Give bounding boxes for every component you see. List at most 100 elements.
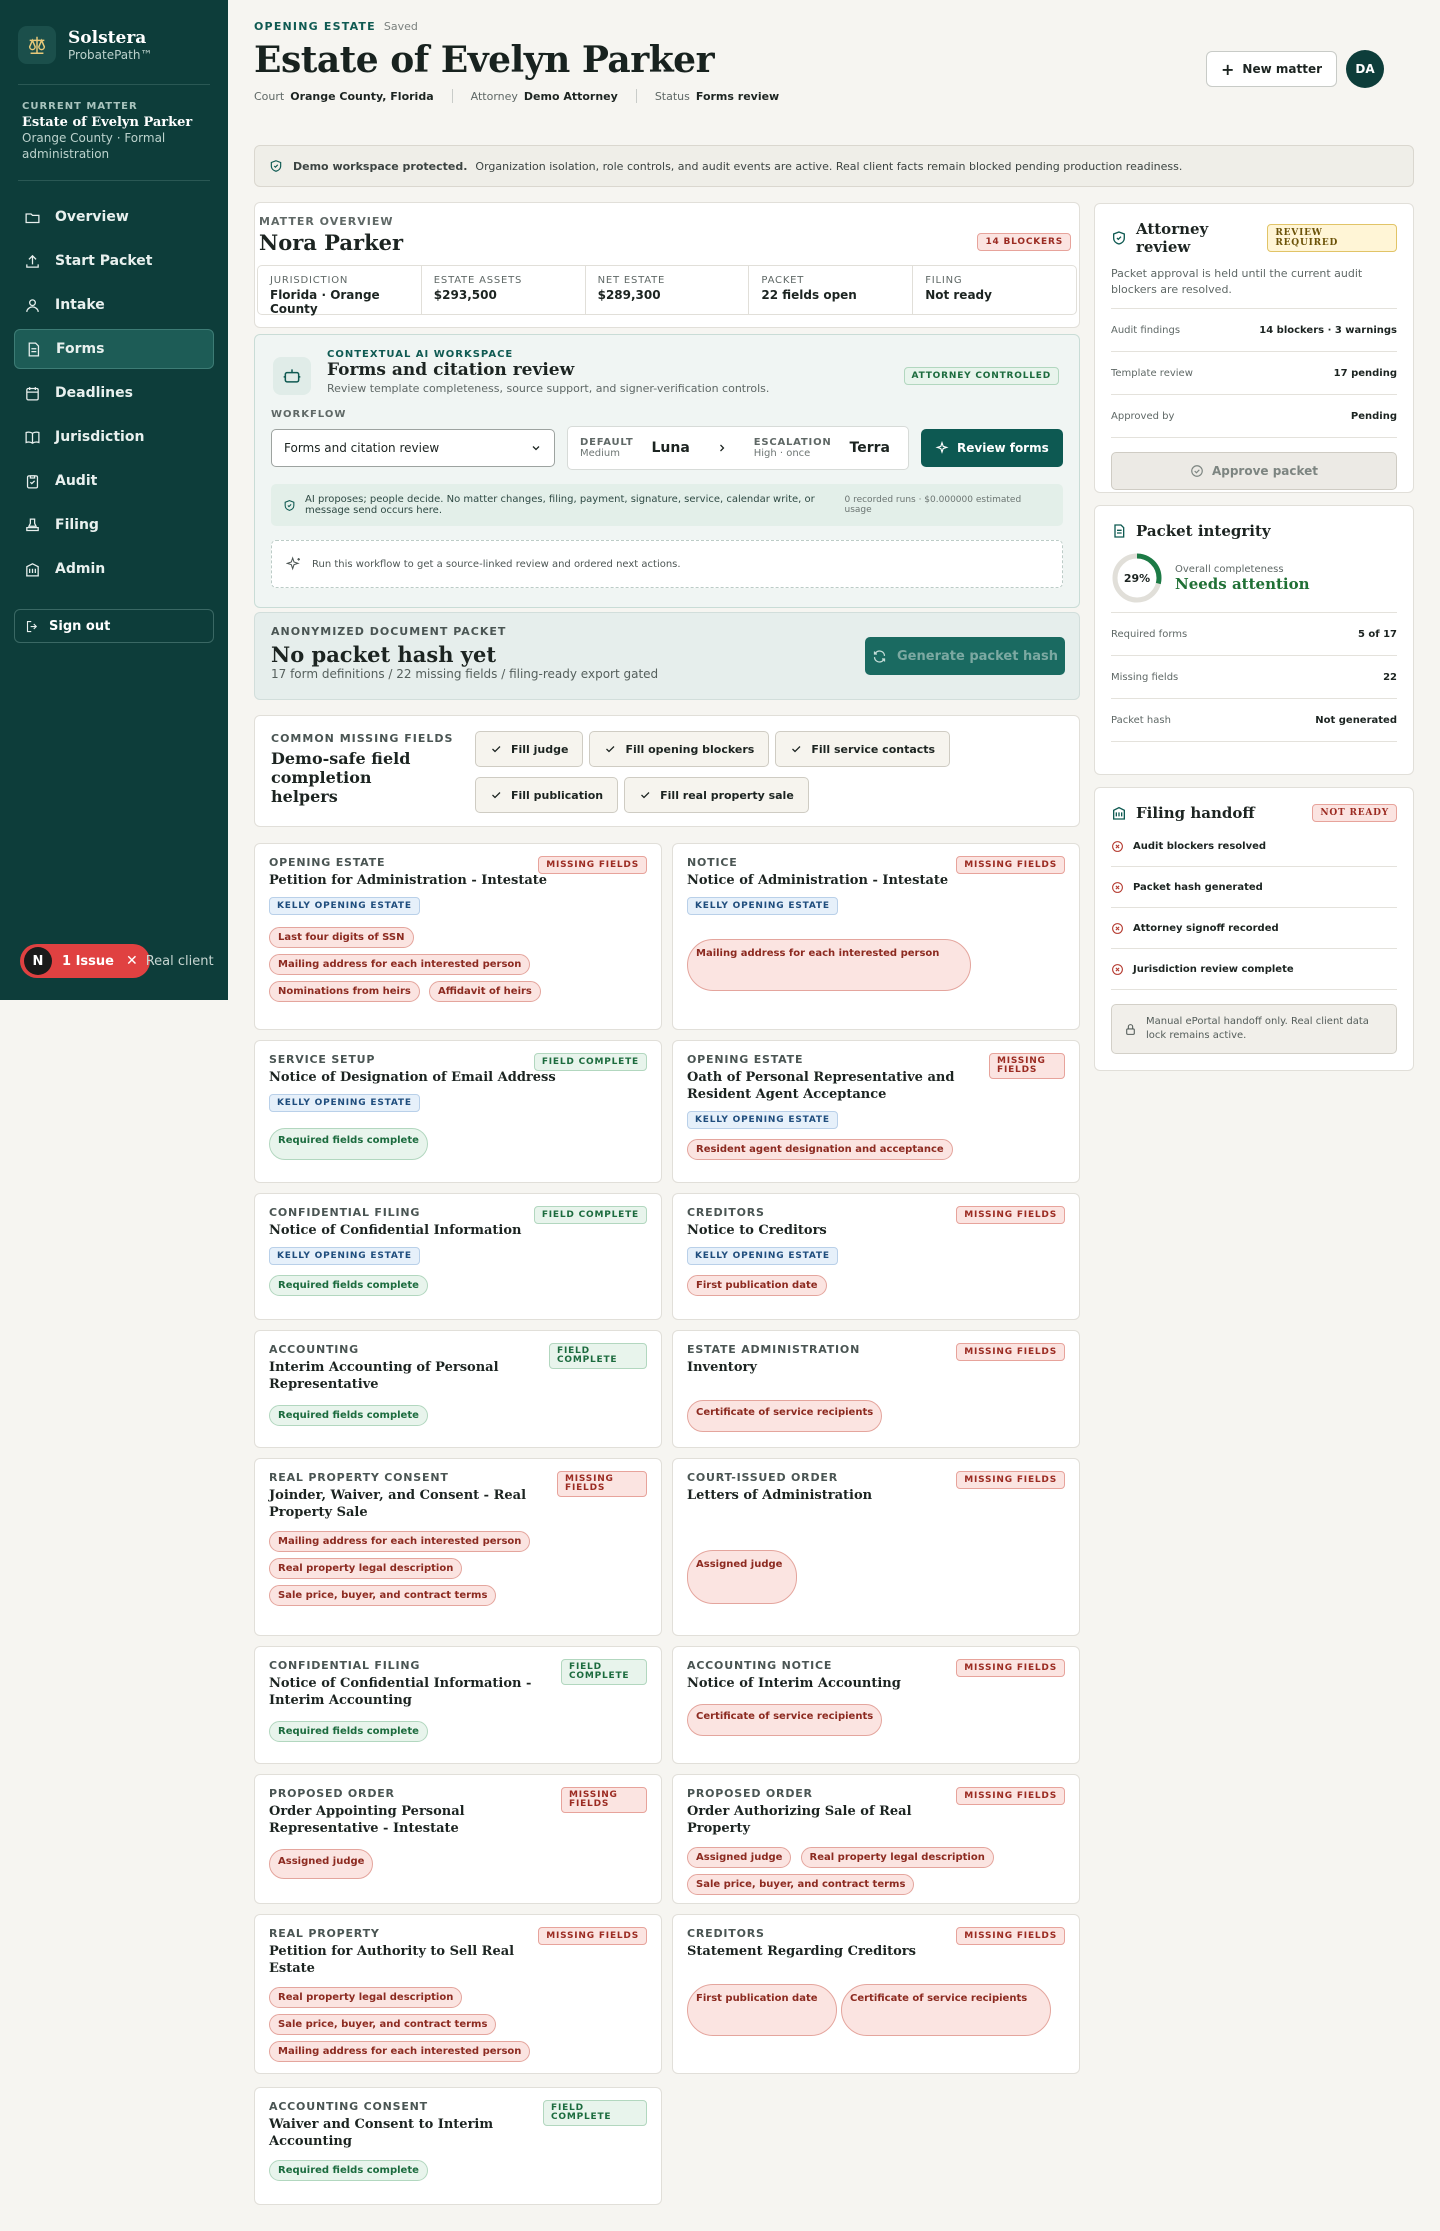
- form-status-badge: FIELD COMPLETE: [533, 1053, 647, 1071]
- missing-field-pill: Mailing address for each interested pers…: [269, 2041, 531, 2062]
- form-card[interactable]: PROPOSED ORDER Order Appointing Personal…: [254, 1774, 662, 1904]
- form-card[interactable]: ACCOUNTING NOTICE Notice of Interim Acco…: [672, 1646, 1080, 1764]
- sidebar-item-audit[interactable]: Audit: [14, 461, 214, 501]
- close-icon[interactable]: ✕: [126, 953, 138, 969]
- missing-field-pill: Sale price, buyer, and contract terms: [687, 1874, 915, 1895]
- integrity-title: Packet integrity: [1136, 522, 1271, 540]
- missing-field-pill: Sale price, buyer, and contract terms: [269, 1585, 497, 1606]
- form-tag: KELLY OPENING ESTATE: [687, 1111, 838, 1129]
- form-card[interactable]: CREDITORS Statement Regarding Creditors …: [672, 1914, 1080, 2074]
- stat-value: Not ready: [925, 288, 992, 302]
- page-eyebrow: OPENING ESTATE Saved: [254, 20, 779, 33]
- form-title: Statement Regarding Creditors: [687, 1944, 916, 1959]
- workflow-select-value: Forms and citation review: [284, 441, 440, 455]
- check-label: Packet hash generated: [1133, 881, 1263, 893]
- sidebar: Solstera ProbatePath™ CURRENT MATTER Est…: [0, 0, 228, 1000]
- plus-icon: +: [1221, 59, 1235, 79]
- form-card[interactable]: REAL PROPERTY Petition for Authority to …: [254, 1914, 662, 2074]
- sidebar-item-forms[interactable]: Forms: [14, 329, 214, 369]
- escalation-model: ESCALATION High · once: [754, 437, 832, 459]
- overview-name: Nora Parker: [259, 230, 404, 255]
- shield-check-icon: [284, 499, 295, 511]
- sidebar-item-intake[interactable]: Intake: [14, 285, 214, 325]
- stat-packet: PACKET 22 fields open: [749, 266, 914, 314]
- sidebar-item-filing[interactable]: Filing: [14, 505, 214, 545]
- form-card[interactable]: ACCOUNTING CONSENT Waiver and Consent to…: [254, 2087, 662, 2205]
- calendar-icon: [26, 386, 39, 401]
- form-card[interactable]: CONFIDENTIAL FILING Notice of Confidenti…: [254, 1193, 662, 1320]
- form-card[interactable]: PROPOSED ORDER Order Authorizing Sale of…: [672, 1774, 1080, 1904]
- sidebar-item-deadlines[interactable]: Deadlines: [14, 373, 214, 413]
- stat-jurisdiction: JURISDICTION Florida · Orange County: [258, 266, 422, 316]
- stat-value: $289,300: [597, 288, 661, 302]
- stamp-icon: [26, 517, 39, 531]
- x-circle-icon: [1112, 922, 1123, 934]
- form-title: Notice of Designation of Email Address: [269, 1070, 556, 1085]
- fill-real-property-sale-button[interactable]: Fill real property sale: [624, 777, 809, 813]
- kv-value: 14 blockers · 3 warnings: [1259, 324, 1397, 336]
- stat-label: JURISDICTION: [270, 275, 349, 286]
- complete-pill: Required fields complete: [269, 1128, 428, 1160]
- form-card[interactable]: COURT-ISSUED ORDER Letters of Administra…: [672, 1458, 1080, 1636]
- kv-row: Template review 17 pending: [1111, 352, 1397, 395]
- form-tag: KELLY OPENING ESTATE: [687, 897, 838, 915]
- review-header: Attorney review REVIEW REQUIRED: [1111, 220, 1397, 256]
- status-value: Forms review: [695, 89, 780, 103]
- x-circle-icon: [1112, 963, 1123, 975]
- missing-field-pill: Real property legal description: [800, 1847, 994, 1868]
- form-card[interactable]: ACCOUNTING Interim Accounting of Persona…: [254, 1330, 662, 1448]
- form-card[interactable]: OPENING ESTATE Oath of Personal Represen…: [672, 1040, 1080, 1183]
- sidebar-item-admin[interactable]: Admin: [14, 549, 214, 589]
- sidebar-item-overview[interactable]: Overview: [14, 197, 214, 237]
- missing-field-pill: Nominations from heirs: [269, 981, 420, 1002]
- sign-out-button[interactable]: Sign out: [14, 609, 214, 643]
- form-card[interactable]: ESTATE ADMINISTRATION Inventory MISSING …: [672, 1330, 1080, 1448]
- workflow-select[interactable]: Forms and citation review: [271, 429, 555, 467]
- sidebar-item-label: Forms: [56, 341, 105, 357]
- check-label: Attorney signoff recorded: [1133, 922, 1279, 934]
- generate-packet-hash-button[interactable]: Generate packet hash: [865, 637, 1065, 675]
- check-icon: [792, 746, 801, 753]
- new-matter-button[interactable]: + New matter: [1206, 51, 1337, 87]
- fill-service-contacts-button[interactable]: Fill service contacts: [775, 731, 951, 767]
- missing-field-pill: Resident agent designation and acceptanc…: [687, 1139, 953, 1160]
- sidebar-item-label: Jurisdiction: [55, 429, 145, 445]
- home-icon: [25, 212, 40, 223]
- sidebar-item-label: Deadlines: [55, 385, 133, 401]
- sign-out-icon: [26, 620, 38, 632]
- attorney-label: Attorney: [470, 89, 518, 103]
- building-icon: [26, 562, 39, 577]
- complete-pill: Required fields complete: [269, 1721, 428, 1742]
- approve-packet-button[interactable]: Approve packet: [1111, 452, 1397, 490]
- fill-publication-button[interactable]: Fill publication: [475, 777, 619, 813]
- kv-label: Required forms: [1111, 628, 1188, 640]
- avatar[interactable]: DA: [1346, 50, 1384, 88]
- handoff-note-text: Manual ePortal handoff only. Real client…: [1146, 1016, 1369, 1041]
- form-card[interactable]: CREDITORS Notice to Creditors MISSING FI…: [672, 1193, 1080, 1320]
- form-card[interactable]: REAL PROPERTY CONSENT Joinder, Waiver, a…: [254, 1458, 662, 1636]
- form-card[interactable]: NOTICE Notice of Administration - Intest…: [672, 843, 1080, 1030]
- kv-label: Approved by: [1111, 410, 1175, 422]
- handoff-title: Filing handoff: [1136, 804, 1255, 822]
- ai-notice-text: AI proposes; people decide. No matter ch…: [305, 494, 815, 516]
- review-forms-button[interactable]: Review forms: [921, 429, 1063, 467]
- complete-pill: Required fields complete: [269, 2160, 428, 2181]
- brand[interactable]: Solstera ProbatePath™: [0, 0, 228, 84]
- form-card[interactable]: OPENING ESTATE Petition for Administrati…: [254, 843, 662, 1030]
- form-status-badge: MISSING FIELDS: [557, 1471, 647, 1497]
- fill-opening-blockers-button[interactable]: Fill opening blockers: [589, 731, 770, 767]
- check-item: Jurisdiction review complete: [1111, 949, 1397, 990]
- form-card[interactable]: SERVICE SETUP Notice of Designation of E…: [254, 1040, 662, 1183]
- document-icon: [1114, 524, 1125, 538]
- check-icon: [606, 746, 615, 753]
- form-card[interactable]: CONFIDENTIAL FILING Notice of Confidenti…: [254, 1646, 662, 1764]
- sidebar-item-start-packet[interactable]: Start Packet: [14, 241, 214, 281]
- stat-label: PACKET: [761, 275, 805, 286]
- fill-judge-button[interactable]: Fill judge: [475, 731, 584, 767]
- sparkle-icon: [935, 441, 949, 454]
- sidebar-item-jurisdiction[interactable]: Jurisdiction: [14, 417, 214, 457]
- approve-packet-label: Approve packet: [1211, 464, 1319, 478]
- issue-button[interactable]: N 1 Issue ✕: [20, 944, 150, 978]
- issue-trailing-text: Real client: [145, 953, 214, 969]
- chip-label: Fill real property sale: [660, 788, 794, 802]
